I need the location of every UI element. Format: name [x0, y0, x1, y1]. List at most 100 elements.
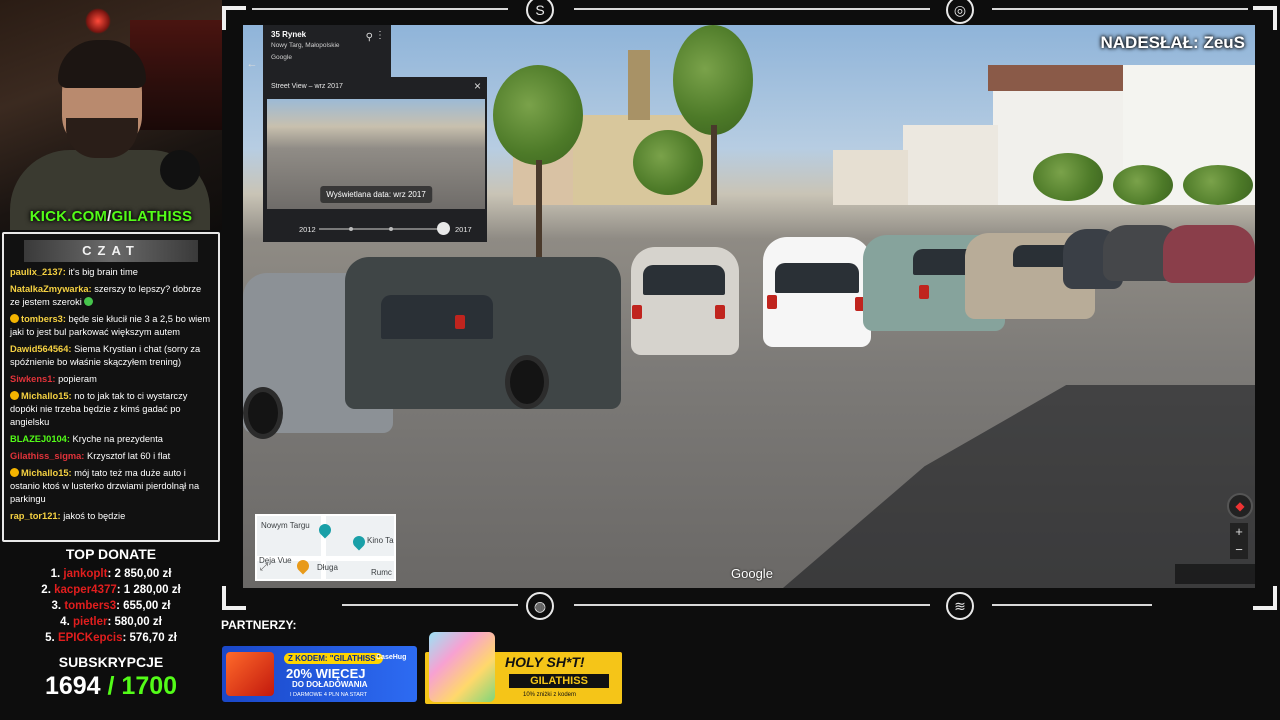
- car-taillight: [632, 305, 642, 319]
- place-info-card: 35 Rynek Nowy Targ, Małopolskie Google ⚲…: [263, 25, 391, 77]
- car-wheel: [505, 355, 549, 409]
- donate-rank: 2.: [41, 584, 51, 596]
- place-subtitle: Nowy Targ, Małopolskie: [271, 42, 340, 49]
- chat-message: NatalkaZmywarka: szerszy to lepszy? dobr…: [10, 283, 212, 309]
- chat-message: Siwkens1: popieram: [10, 373, 212, 386]
- microphone: [160, 150, 200, 190]
- car-taillight: [767, 295, 777, 309]
- chat-username[interactable]: rap_tor121:: [10, 511, 61, 521]
- minimap[interactable]: Nowym Targu Kino Ta Deja Vue Długa Rumc …: [255, 514, 396, 581]
- building: [903, 125, 998, 205]
- minimap-label: Nowym Targu: [261, 521, 310, 530]
- chat-username[interactable]: paulix_2137:: [10, 267, 66, 277]
- donor-name: tombers3: [64, 600, 117, 612]
- subscriptions-counter: 1694 / 1700: [0, 672, 222, 701]
- globe-logo-icon: ◍: [526, 592, 554, 620]
- chat-message: rap_tor121: jakoś to będzie: [10, 510, 212, 523]
- timeline-slider-track[interactable]: [319, 227, 445, 231]
- car-wheel: [243, 387, 283, 439]
- frame-corner-top-right: [1253, 6, 1277, 30]
- tree: [673, 25, 753, 135]
- zoom-in-button[interactable]: +: [1230, 523, 1248, 541]
- building-roof: [988, 65, 1128, 91]
- chat-message: Dawid564564: Siema Krystian i chat (sorr…: [10, 343, 212, 369]
- car-window: [381, 295, 493, 339]
- donate-amount: : 1 280,00 zł: [116, 584, 181, 596]
- chat-username[interactable]: Michallo15:: [21, 391, 72, 401]
- chat-message: Michallo15: mój tato też ma duże auto i …: [10, 467, 212, 506]
- map-pin-icon: [316, 521, 334, 539]
- location-pin-icon[interactable]: ⚲: [366, 32, 373, 43]
- donate-entry: 4. pietler: 580,00 zł: [0, 614, 222, 630]
- photographer-shadow: [783, 385, 1255, 588]
- timeline-slider-handle[interactable]: [437, 222, 450, 235]
- chat-text: Kryche na prezydenta: [69, 434, 163, 444]
- partners-label: PARTNERZY:: [221, 618, 297, 632]
- donate-amount: : 580,00 zł: [107, 616, 162, 628]
- chat-text: it's big brain time: [65, 267, 138, 277]
- timeline-point[interactable]: [349, 227, 353, 231]
- parked-car: [631, 247, 739, 355]
- treasure-chest-icon: [226, 652, 274, 696]
- frame-line-top: [252, 8, 508, 10]
- donor-name: jankoplt: [63, 568, 108, 580]
- emote-icon: [84, 297, 94, 306]
- donor-name: EPICKepcis: [57, 632, 123, 644]
- sponsor-banner-casehug[interactable]: Z KODEM: "GILATHISS" CaseHug 20% WIĘCEJ …: [222, 646, 417, 702]
- donor-name: pietler: [72, 616, 108, 628]
- subscriptions-title: SUBSKRYPCJE: [58, 654, 164, 670]
- street-view-footer-controls[interactable]: [1175, 564, 1255, 584]
- sponsor-fineprint: I DARMOWE 4 PLN NA START: [290, 692, 368, 698]
- donate-amount: : 576,70 zł: [122, 632, 177, 644]
- minimap-label: Rumc: [371, 568, 392, 577]
- subscriptions-current: 1694: [44, 672, 101, 700]
- car-window: [643, 265, 725, 295]
- chat-username[interactable]: Gilathiss_sigma:: [10, 451, 84, 461]
- chat-message: tombers3: będe sie kłucił nie 3 a 2,5 bo…: [10, 313, 212, 339]
- timeline-header[interactable]: Street View – wrz 2017: [263, 77, 487, 97]
- car-taillight: [919, 285, 929, 299]
- donor-name: kacper4377: [54, 584, 117, 596]
- tree: [633, 130, 703, 195]
- emote-icon: [10, 468, 19, 477]
- drink-cans-image: [429, 632, 495, 702]
- building: [833, 150, 908, 205]
- frame-corner-bottom-right: [1253, 586, 1277, 610]
- timeline-point[interactable]: [389, 227, 393, 231]
- donate-rank: 1.: [50, 568, 61, 580]
- tree: [1113, 165, 1173, 205]
- town-hall-tower: [628, 50, 650, 120]
- street-view-timeline: Street View – wrz 2017 × Wyświetlana dat…: [263, 77, 487, 242]
- zoom-out-button[interactable]: −: [1230, 541, 1248, 559]
- submitted-by-label: NADESŁAŁ: ZeuS: [1100, 33, 1246, 52]
- webcam-lamp: [85, 8, 111, 34]
- more-options-icon[interactable]: ⋮: [375, 30, 385, 41]
- sponsor-code: GILATHISS: [509, 674, 609, 688]
- expand-map-icon[interactable]: ⤢: [260, 562, 274, 576]
- sponsor-headline: 20% WIĘCEJ: [286, 666, 366, 681]
- crosshair-logo-icon: ◎: [946, 0, 974, 24]
- chat-username[interactable]: NatalkaZmywarka:: [10, 284, 92, 294]
- close-icon[interactable]: ×: [474, 79, 481, 93]
- frame-line-top: [992, 8, 1248, 10]
- chat-username[interactable]: Michallo15:: [21, 468, 72, 478]
- street-view-panorama[interactable]: NADESŁAŁ: ZeuS Google ← 35 Rynek Nowy Ta…: [243, 25, 1255, 588]
- chat-panel: CZAT paulix_2137: it's big brain time Nat…: [2, 232, 220, 542]
- timeline-thumbnail[interactable]: Wyświetlana data: wrz 2017: [267, 99, 485, 209]
- chat-username[interactable]: Siwkens1:: [10, 374, 55, 384]
- webcam-feed: [0, 0, 222, 230]
- chat-text: jakoś to będzie: [60, 511, 126, 521]
- chat-username[interactable]: tombers3:: [21, 314, 66, 324]
- provider-label: Google: [271, 54, 292, 61]
- chat-username[interactable]: Dawid564564:: [10, 344, 72, 354]
- frame-line-top: [574, 8, 930, 10]
- donate-entry: 5. EPICKepcis: 576,70 zł: [0, 630, 222, 646]
- chat-username[interactable]: BLAZEJ0104:: [10, 434, 70, 444]
- compass-icon[interactable]: ◆: [1227, 493, 1253, 519]
- back-arrow-icon[interactable]: ←: [243, 55, 261, 73]
- car-window: [775, 263, 859, 293]
- sponsor-banner-holy[interactable]: HOLY SH*T! GILATHISS 10% zniżki z kodem: [425, 630, 622, 704]
- chat-messages: paulix_2137: it's big brain time NatalkaZ…: [4, 262, 218, 523]
- donate-entry: 2. kacper4377: 1 280,00 zł: [0, 582, 222, 598]
- emote-icon: [10, 391, 19, 400]
